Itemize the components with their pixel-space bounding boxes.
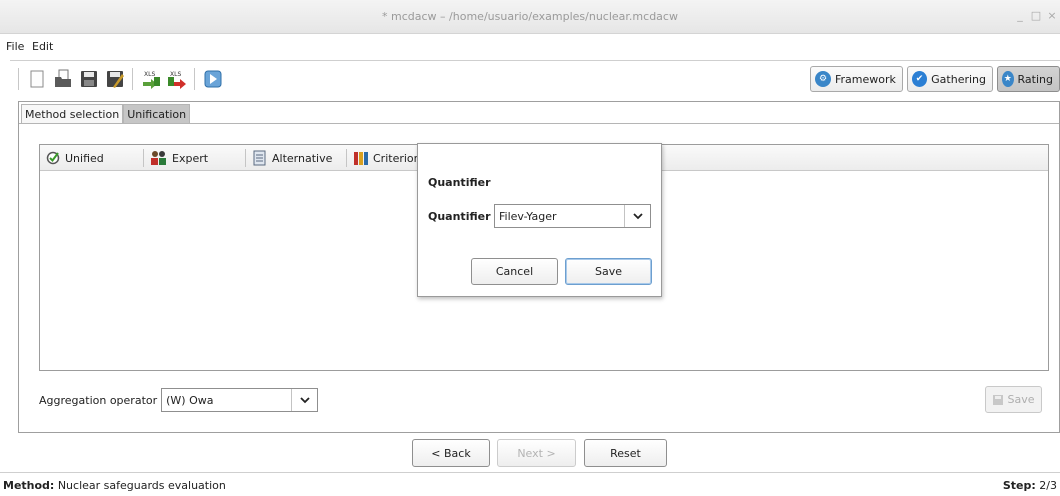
- gathering-check-icon: ✔: [912, 71, 928, 87]
- status-method-label: Method:: [3, 479, 55, 492]
- toolbar: XLS XLS ⚙ Framework ✔ Gathering ★ Rating: [0, 62, 1060, 96]
- dialog-save-button[interactable]: Save: [565, 258, 652, 285]
- quantifier-value: Filev-Yager: [499, 210, 557, 223]
- framework-label: Framework: [835, 72, 896, 86]
- status-step-value: 2/3: [1039, 479, 1057, 492]
- toolbar-separator: [194, 68, 195, 90]
- status-step: Step: 2/3: [1003, 479, 1057, 492]
- new-document-icon[interactable]: [26, 68, 48, 90]
- quantifier-select[interactable]: Filev-Yager: [494, 204, 651, 228]
- framework-icon: ⚙: [815, 71, 831, 87]
- help-icon[interactable]: [202, 68, 224, 90]
- menubar-divider: [10, 60, 1060, 61]
- aggregation-operator-label: Aggregation operator: [39, 393, 158, 407]
- chevron-down-icon: [624, 205, 650, 227]
- expert-people-icon: [151, 151, 166, 165]
- import-xls-icon[interactable]: XLS: [140, 68, 162, 90]
- dialog-title: Quantifier: [428, 176, 491, 189]
- svg-text:XLS: XLS: [144, 71, 155, 78]
- window-title: * mcdacw – /home/usuario/examples/nuclea…: [382, 10, 678, 23]
- rating-mode-button[interactable]: ★ Rating: [997, 66, 1060, 92]
- column-unified-label: Unified: [65, 151, 104, 165]
- framework-mode-button[interactable]: ⚙ Framework: [810, 66, 903, 92]
- status-step-label: Step:: [1002, 479, 1036, 492]
- column-expert[interactable]: Expert: [150, 145, 208, 171]
- gathering-label: Gathering: [931, 72, 986, 86]
- tab-method-selection[interactable]: Method selection: [21, 104, 124, 123]
- tabstrip: Method selection Unification: [21, 104, 191, 123]
- chevron-down-icon: [291, 389, 317, 411]
- quantifier-field-label: Quantifier: [428, 210, 491, 223]
- status-method-value: Nuclear safeguards evaluation: [57, 479, 226, 492]
- close-button[interactable]: ×: [1044, 8, 1060, 24]
- statusbar: Method: Nuclear safeguards evaluation St…: [0, 472, 1060, 496]
- aggregation-row: Aggregation operator (W) Owa: [39, 387, 319, 413]
- save-disk-icon[interactable]: [78, 68, 100, 90]
- criterion-books-icon: [354, 152, 368, 165]
- column-alternative[interactable]: Alternative: [253, 145, 332, 171]
- quantifier-dialog: Quantifier Quantifier Filev-Yager Cancel…: [417, 143, 662, 297]
- minimize-button[interactable]: _: [1012, 8, 1028, 24]
- tab-divider: [19, 123, 1059, 124]
- aggregation-save-label: Save: [1007, 393, 1035, 406]
- gathering-mode-button[interactable]: ✔ Gathering: [907, 66, 993, 92]
- next-button[interactable]: Next >: [497, 439, 576, 467]
- rating-star-icon: ★: [1002, 71, 1014, 87]
- column-unified[interactable]: Unified: [46, 145, 104, 171]
- column-divider: [245, 149, 246, 167]
- svg-text:XLS: XLS: [170, 71, 181, 78]
- aggregation-operator-value: (W) Owa: [166, 394, 214, 407]
- open-folder-icon[interactable]: [52, 68, 74, 90]
- unified-check-icon: [46, 151, 60, 165]
- save-as-icon[interactable]: [104, 68, 126, 90]
- column-criterion[interactable]: Criterion: [353, 145, 421, 171]
- rating-label: Rating: [1017, 72, 1053, 86]
- back-button[interactable]: < Back: [412, 439, 490, 467]
- aggregation-save-button[interactable]: Save: [985, 386, 1042, 413]
- column-criterion-label: Criterion: [373, 151, 421, 165]
- toolbar-separator: [132, 68, 133, 90]
- column-alternative-label: Alternative: [272, 151, 333, 165]
- export-xls-icon[interactable]: XLS: [166, 68, 188, 90]
- column-divider: [143, 149, 144, 167]
- aggregation-operator-select[interactable]: (W) Owa: [161, 388, 319, 412]
- reset-button[interactable]: Reset: [584, 439, 667, 467]
- window-titlebar: * mcdacw – /home/usuario/examples/nuclea…: [0, 0, 1060, 34]
- status-method: Method: Nuclear safeguards evaluation: [3, 479, 226, 492]
- save-disk-icon: [993, 394, 1004, 405]
- menu-file[interactable]: File: [6, 40, 24, 53]
- dialog-cancel-button[interactable]: Cancel: [471, 258, 558, 285]
- toolbar-grip: [18, 68, 19, 90]
- menu-edit[interactable]: Edit: [32, 40, 53, 53]
- maximize-button[interactable]: □: [1028, 8, 1044, 24]
- column-expert-label: Expert: [172, 151, 209, 165]
- column-divider: [346, 149, 347, 167]
- tab-unification[interactable]: Unification: [123, 104, 191, 123]
- menubar: File Edit: [0, 36, 1060, 58]
- alternative-document-icon: [253, 150, 266, 166]
